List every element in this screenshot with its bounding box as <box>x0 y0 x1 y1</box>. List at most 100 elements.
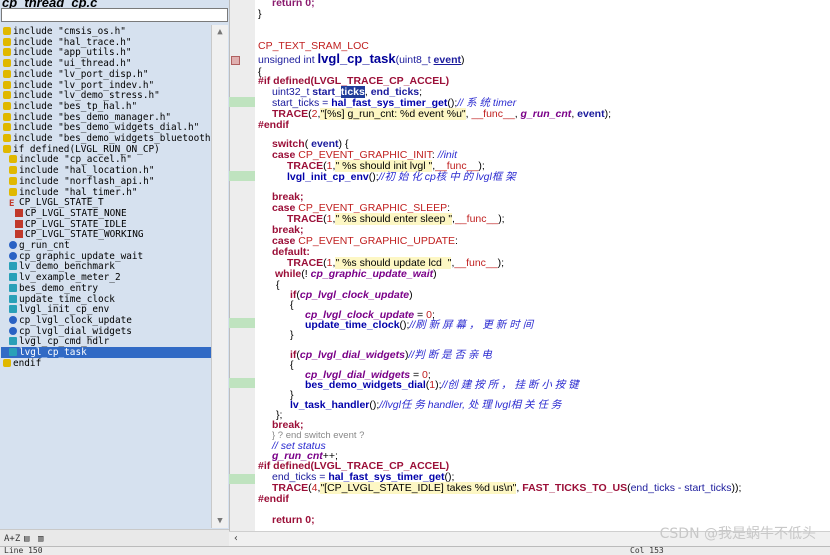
symbol-item[interactable]: include "lv_demo_stress.h" <box>1 90 160 101</box>
scroll-down-icon[interactable]: ▼ <box>212 514 228 528</box>
include-icon <box>3 69 11 78</box>
code-line: while(! cp_graphic_update_wait) <box>275 268 437 280</box>
symbol-label: include "app_utils.h" <box>13 47 132 59</box>
symbol-tree[interactable]: include "cmsis_os.h" include "hal_trace.h… <box>1 25 211 528</box>
function-icon <box>9 348 17 356</box>
include-icon <box>3 144 11 153</box>
symbol-label: bes_demo_entry <box>19 282 99 294</box>
symbol-label: update_time_clock <box>19 293 115 305</box>
code-line: if(cp_lvgl_dial_widgets)//判 断 是 否 亲 电 <box>290 349 492 361</box>
symbol-item[interactable]: include "lv_port_indev.h" <box>1 80 154 91</box>
symbol-item[interactable]: CP_LVGL_STATE_NONE <box>1 208 127 219</box>
symbol-label: include "bes_demo_widgets_bluetooth. <box>13 133 211 144</box>
symbol-label: include "lv_demo_stress.h" <box>13 90 160 102</box>
symbol-label: include "cmsis_os.h" <box>13 26 126 37</box>
symbol-item[interactable]: lvgl_cp_task <box>1 347 211 358</box>
function-icon <box>9 283 17 292</box>
enum-member-icon <box>15 219 23 228</box>
enum-member-icon <box>15 208 23 217</box>
code-line: TRACE(1," %s should enter sleep ",__func… <box>287 213 505 225</box>
symbol-item[interactable]: g_run_cnt <box>1 240 70 251</box>
symbol-item[interactable]: include "bes_tp_hal.h" <box>1 101 137 112</box>
scroll-left-icon[interactable]: ‹ <box>233 533 239 544</box>
symbol-item[interactable]: lvgl_cp_cmd_hdlr <box>1 336 109 347</box>
symbol-item[interactable]: include "bes_demo_manager.h" <box>1 112 171 123</box>
include-icon <box>9 176 17 185</box>
code-line: bes_demo_widgets_dial(1);//创 建 按 所 ， 挂 断… <box>305 379 579 391</box>
code-line: { <box>290 359 294 371</box>
include-icon <box>3 123 11 132</box>
symbol-item[interactable]: include "hal_location.h" <box>1 165 154 176</box>
symbol-label: include "hal_timer.h" <box>19 186 138 198</box>
code-line: update_time_clock();//刷 新 屏 幕 ， 更 新 时 间 <box>305 319 534 331</box>
variable-icon <box>9 315 17 324</box>
symbol-item[interactable]: endif <box>1 358 41 369</box>
change-marker <box>229 171 255 181</box>
symbol-item[interactable]: cp_lvgl_dial_widgets <box>1 326 132 337</box>
symbol-item[interactable]: include "ui_thread.h" <box>1 58 132 69</box>
symbol-item[interactable]: include "hal_timer.h" <box>1 187 138 198</box>
include-icon <box>3 134 11 142</box>
symbol-scrollbar[interactable]: ▲ ▼ <box>211 25 228 528</box>
symbol-label: lvgl_cp_task <box>19 347 87 358</box>
symbol-item[interactable]: include "bes_demo_widgets_bluetooth. <box>1 133 211 144</box>
sort-az-icon[interactable]: A+Z <box>4 534 20 544</box>
symbol-item[interactable]: include "lv_port_disp.h" <box>1 69 148 80</box>
symbol-item[interactable]: cp_lvgl_clock_update <box>1 315 132 326</box>
symbol-item[interactable]: include "norflash_api.h" <box>1 176 154 187</box>
code-line: { <box>290 299 294 311</box>
symbol-label: include "norflash_api.h" <box>19 175 155 187</box>
symbol-item[interactable]: include "app_utils.h" <box>1 47 132 58</box>
change-marker <box>229 97 255 107</box>
symbol-label: endif <box>13 357 42 369</box>
function-icon <box>9 273 17 282</box>
symbol-item[interactable]: lv_example_meter_2 <box>1 272 121 283</box>
scroll-up-icon[interactable]: ▲ <box>212 25 228 39</box>
symbol-label: lv_demo_benchmark <box>19 261 115 273</box>
code-line: if(cp_lvgl_clock_update) <box>290 289 413 301</box>
change-marker <box>229 378 255 388</box>
symbol-item[interactable]: lvgl_init_cp_env <box>1 304 109 315</box>
symbol-label: cp_lvgl_clock_update <box>19 314 132 326</box>
code-line: } <box>258 8 262 20</box>
symbol-label: cp_graphic_update_wait <box>19 250 144 262</box>
code-line: } <box>290 329 294 341</box>
symbol-item[interactable]: CP_LVGL_STATE_IDLE <box>1 219 127 230</box>
include-icon <box>3 37 11 46</box>
change-marker <box>229 318 255 328</box>
symbol-label: include "hal_trace.h" <box>13 36 132 48</box>
symbol-item[interactable]: include "hal_trace.h" <box>1 37 132 48</box>
symbol-item[interactable]: if defined(LVGL_RUN_ON_CP) <box>1 144 160 155</box>
code-line: #endif <box>258 119 289 131</box>
symbol-label: include "ui_thread.h" <box>13 58 132 70</box>
symbol-label: if defined(LVGL_RUN_ON_CP) <box>13 143 160 155</box>
symbol-label: CP_LVGL_STATE_IDLE <box>25 218 127 230</box>
editor-gutter <box>229 0 256 531</box>
include-icon <box>3 358 11 367</box>
symbol-item[interactable]: E CP_LVGL_STATE_T <box>1 197 104 209</box>
symbol-item[interactable]: include "cmsis_os.h" <box>1 26 126 37</box>
symbol-item[interactable]: CP_LVGL_STATE_WORKING <box>1 229 144 240</box>
include-icon <box>3 112 11 121</box>
symbol-item[interactable]: include "bes_demo_widgets_dial.h" <box>1 122 199 133</box>
grid-view-icon[interactable]: ▥ <box>38 534 43 544</box>
symbol-item[interactable]: bes_demo_entry <box>1 283 98 294</box>
include-icon <box>3 101 11 110</box>
watermark: CSDN @我是蜗牛不低头 <box>659 526 816 542</box>
symbol-search-input[interactable] <box>1 8 228 22</box>
symbol-item[interactable]: update_time_clock <box>1 294 115 305</box>
include-icon <box>3 91 11 100</box>
symbol-label: cp_lvgl_dial_widgets <box>19 325 132 337</box>
code-line: #endif <box>258 493 289 505</box>
symbol-item[interactable]: include "cp_accel.h" <box>1 154 132 165</box>
symbol-item[interactable]: lv_demo_benchmark <box>1 261 115 272</box>
symbol-label: CP_LVGL_STATE_NONE <box>25 207 127 219</box>
symbol-label: lv_example_meter_2 <box>19 272 121 284</box>
list-view-icon[interactable]: ▤ <box>24 534 29 544</box>
code-editor[interactable]: return 0; } CP_TEXT_SRAM_LOC unsigned in… <box>255 0 830 531</box>
symbol-label: lvgl_init_cp_env <box>19 304 110 316</box>
code-line: lvgl_init_cp_env();//初 始 化 cp核 中 的 lvgl框… <box>287 171 516 183</box>
symbol-label: include "bes_demo_manager.h" <box>13 111 172 123</box>
symbol-item[interactable]: cp_graphic_update_wait <box>1 251 143 262</box>
include-icon <box>3 27 11 35</box>
